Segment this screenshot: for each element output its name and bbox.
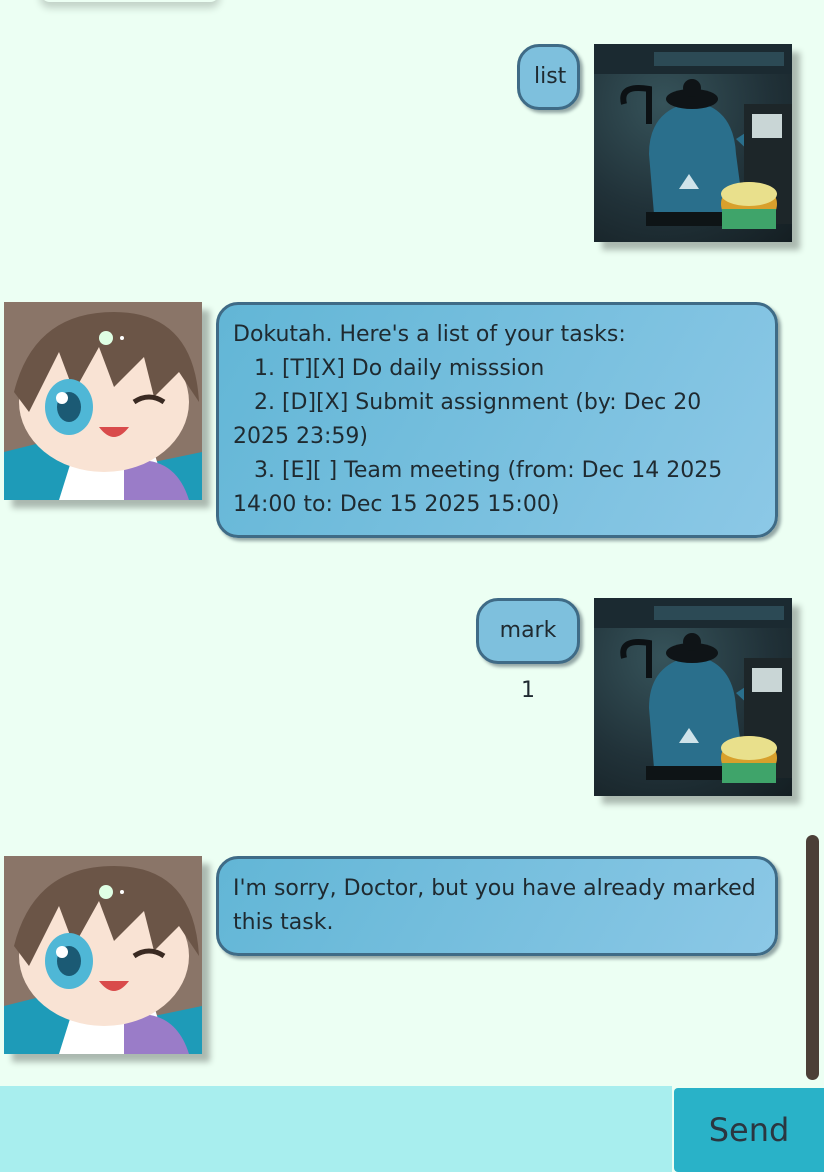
duke-message-bubble: Dokutah. Here's a list of your tasks: 1.… (216, 302, 778, 538)
chat-scroll-pane[interactable]: list Dokutah. Here's a list of your task… (0, 0, 824, 1086)
duke-message-bubble: I'm sorry, Doctor, but you have already … (216, 856, 778, 956)
user-message-bubble: mark 1 (476, 598, 580, 703)
message-input[interactable] (0, 1086, 672, 1172)
user-message-bubble: list (517, 44, 580, 110)
scrollbar-thumb[interactable] (806, 835, 819, 1080)
previous-message-edge (40, 0, 220, 2)
send-button[interactable]: Send (674, 1088, 824, 1172)
chibi-girl-avatar-icon (4, 302, 202, 500)
chibi-girl-avatar-icon (4, 856, 202, 1054)
kettle-photo-icon (594, 44, 792, 242)
kettle-photo-icon (594, 598, 792, 796)
